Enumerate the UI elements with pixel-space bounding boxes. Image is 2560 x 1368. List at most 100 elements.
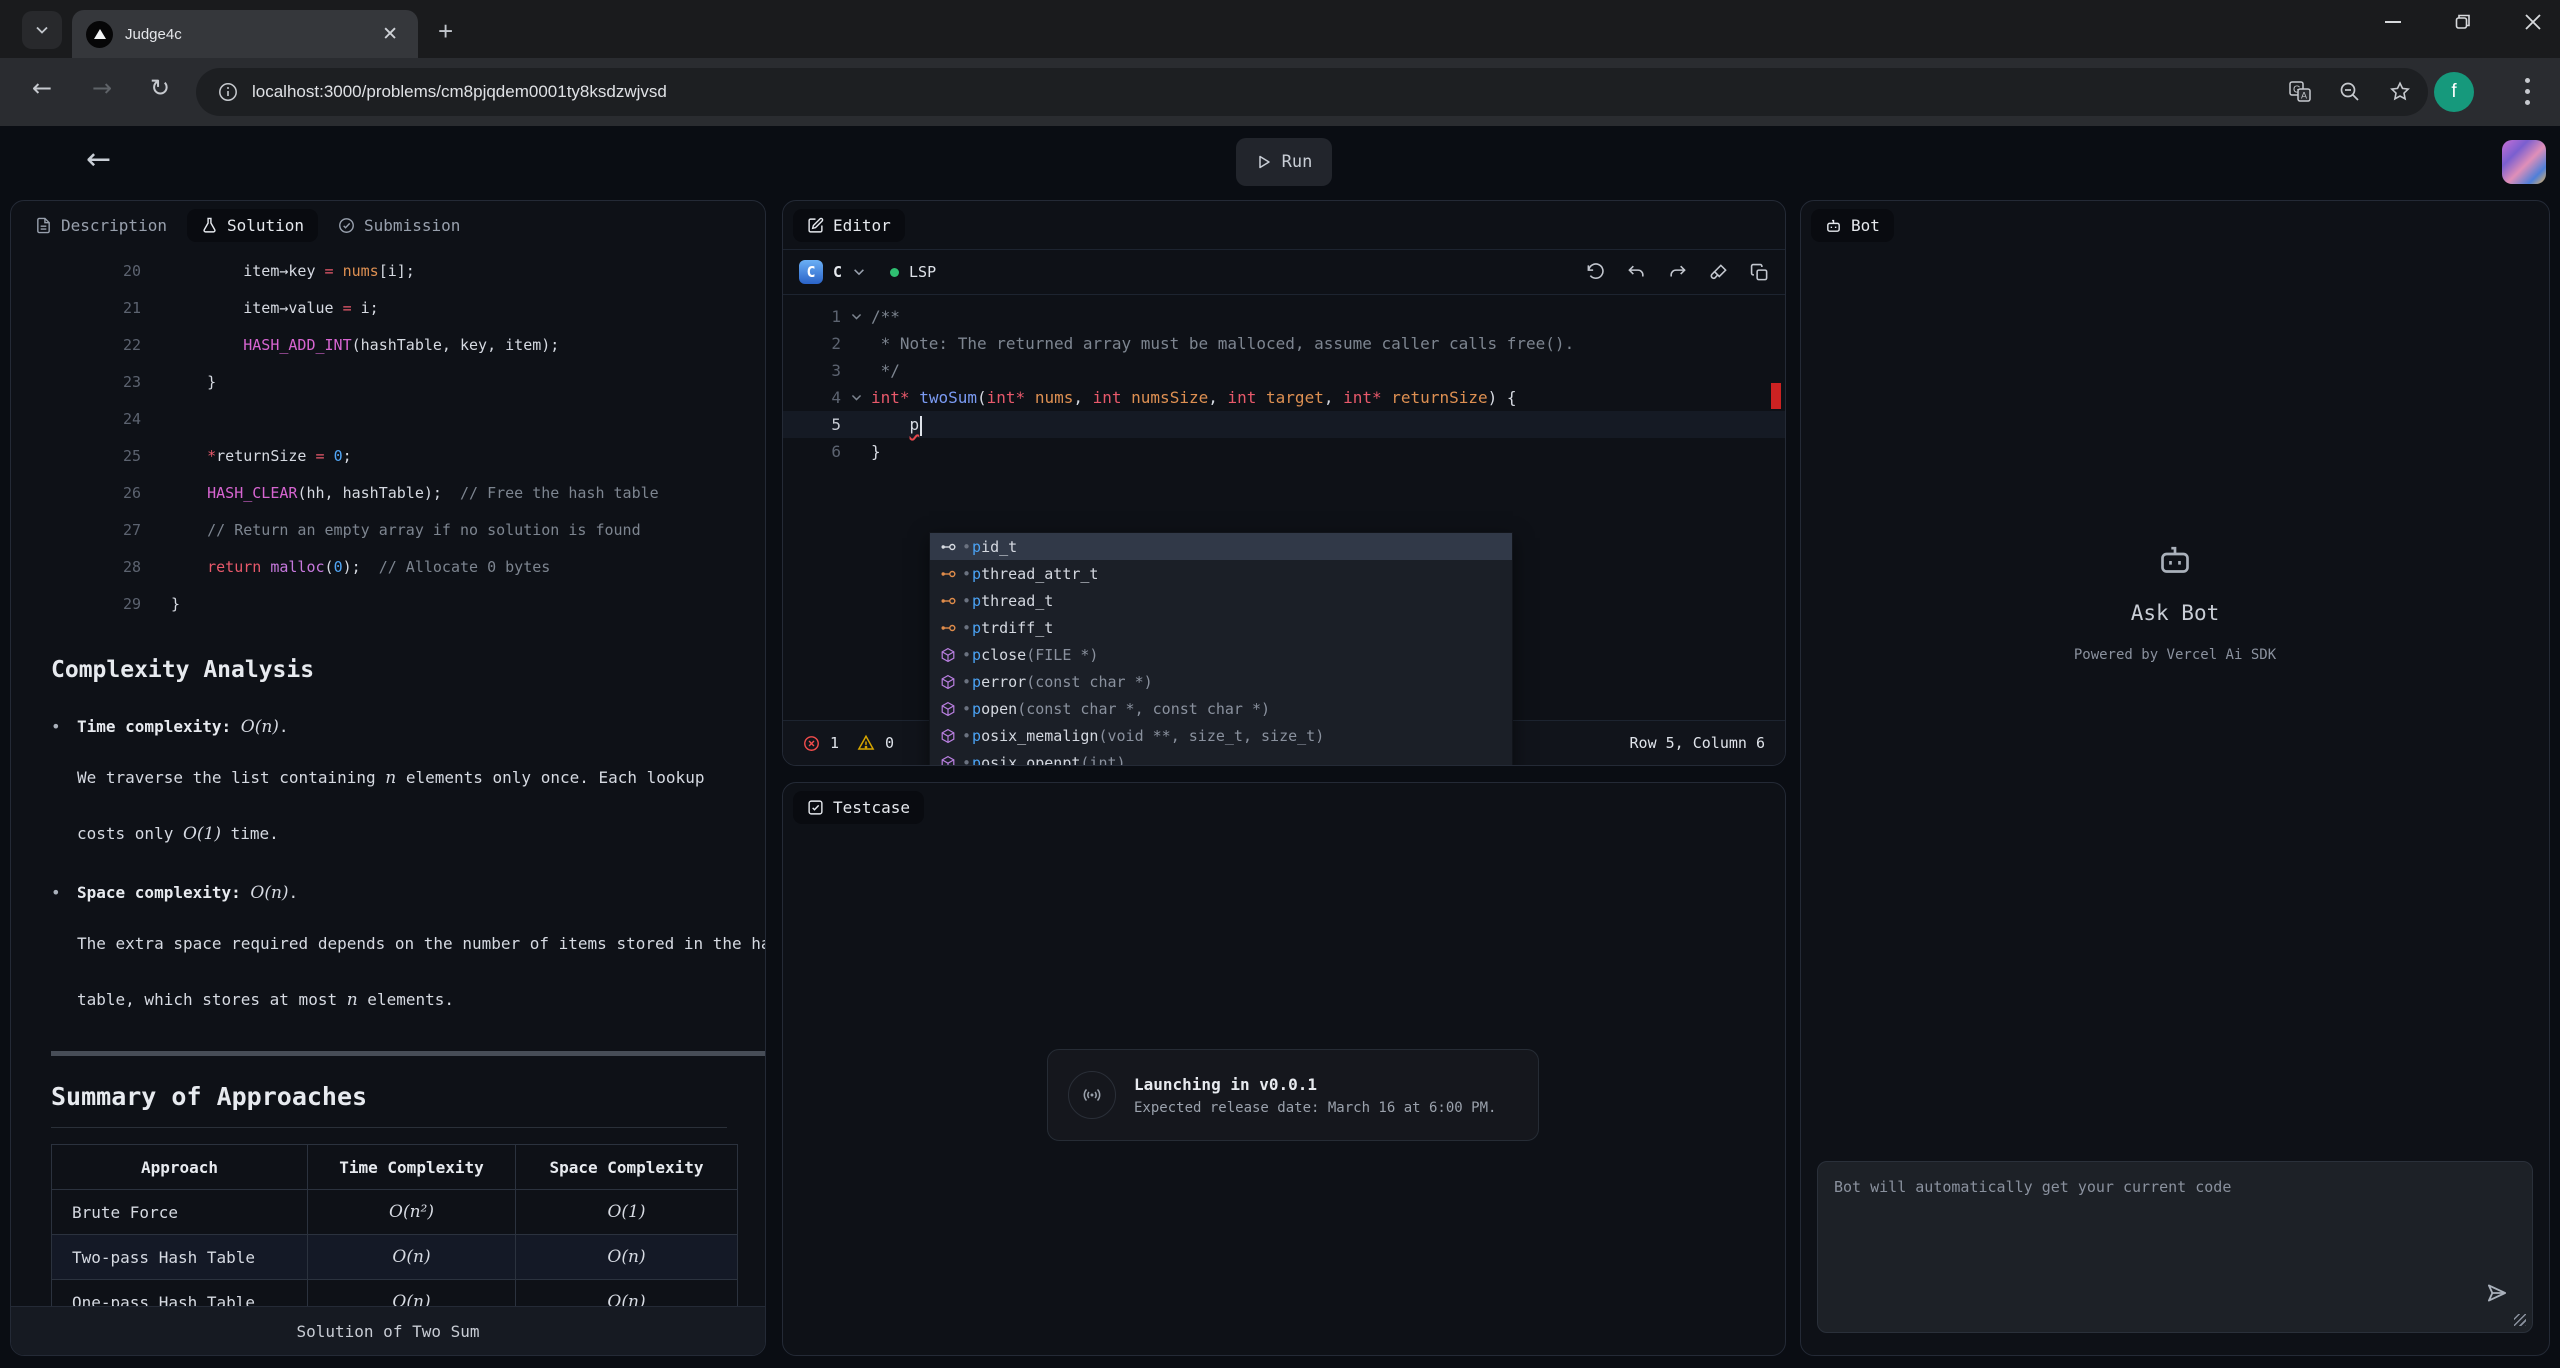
typedef-icon	[938, 593, 958, 609]
tab-editor[interactable]: Editor	[793, 209, 905, 242]
browser-menu-icon[interactable]	[2525, 78, 2530, 105]
translate-icon[interactable]: GA	[2288, 80, 2312, 104]
reset-icon[interactable]	[1586, 263, 1605, 282]
completion-item[interactable]: •popen(const char *, const char *)	[930, 695, 1512, 722]
back-icon[interactable]: ←	[32, 74, 52, 102]
bot-empty-state: Ask Bot Powered by Vercel Ai SDK	[1801, 539, 2549, 663]
circle-check-icon	[338, 217, 355, 234]
tab-submission[interactable]: Submission	[324, 209, 474, 242]
undo-icon[interactable]	[1627, 263, 1646, 282]
code-editor[interactable]: 1/**2 * Note: The returned array must be…	[783, 295, 1785, 720]
browser-profile-avatar[interactable]: f	[2434, 72, 2474, 112]
bot-message-input[interactable]: Bot will automatically get your current …	[1817, 1161, 2533, 1333]
code-line: 20 item→key = nums[i];	[11, 253, 765, 290]
minimize-icon[interactable]	[2384, 6, 2402, 38]
chevron-down-icon	[34, 22, 50, 38]
window-controls	[2384, 6, 2542, 38]
editor-line[interactable]: 6}	[783, 438, 1785, 465]
completion-item[interactable]: •pid_t	[930, 533, 1512, 560]
judge4c-favicon-icon	[86, 21, 113, 48]
autocomplete-popup: •pid_t•pthread_attr_t•pthread_t•ptrdiff_…	[929, 532, 1513, 766]
fold-chevron-icon[interactable]	[841, 303, 871, 330]
app-back-button[interactable]: ←	[86, 142, 111, 177]
error-ruler-marker	[1771, 383, 1781, 409]
zoom-out-icon[interactable]	[2338, 80, 2362, 104]
browser-tab[interactable]: Judge4c ✕	[72, 10, 418, 58]
table-row: One-pass Hash TableO(n)O(n)	[52, 1280, 738, 1307]
tab-testcase[interactable]: Testcase	[793, 791, 924, 824]
bot-icon	[1825, 217, 1842, 234]
solution-footer: Solution of Two Sum	[11, 1306, 765, 1355]
complexity-item: •Time complexity: O(n).	[51, 717, 765, 737]
site-info-icon[interactable]	[218, 82, 238, 102]
copy-icon[interactable]	[1750, 263, 1769, 282]
chevron-down-icon[interactable]	[852, 265, 866, 279]
file-text-icon	[35, 217, 52, 234]
url-text[interactable]: localhost:3000/problems/cm8pjqdem0001ty8…	[252, 82, 2262, 102]
completion-item[interactable]: •ptrdiff_t	[930, 614, 1512, 641]
fold-chevron-icon[interactable]	[841, 384, 871, 411]
editor-line[interactable]: 5 p	[783, 411, 1785, 438]
divider	[51, 1051, 765, 1056]
launch-toast: Launching in v0.0.1 Expected release dat…	[1047, 1049, 1539, 1141]
send-icon[interactable]	[2484, 1280, 2510, 1306]
typedef-icon	[938, 539, 958, 555]
toast-subtitle: Expected release date: March 16 at 6:00 …	[1134, 1100, 1496, 1116]
forward-icon[interactable]: →	[92, 74, 112, 102]
broadcast-icon	[1068, 1071, 1116, 1119]
bookmark-star-icon[interactable]	[2388, 80, 2412, 104]
code-line: 29}	[11, 586, 765, 623]
new-tab-button[interactable]: +	[438, 16, 453, 47]
function-icon	[938, 755, 958, 767]
typedef-icon	[938, 620, 958, 636]
completion-item[interactable]: •posix_openpt(int)	[930, 749, 1512, 766]
tab-description[interactable]: Description	[21, 209, 181, 242]
function-icon	[938, 674, 958, 690]
cursor-position: Row 5, Column 6	[1630, 734, 1765, 752]
editor-line[interactable]: 3 */	[783, 357, 1785, 384]
close-icon[interactable]	[2524, 6, 2542, 38]
resize-handle-icon[interactable]	[2514, 1314, 2526, 1326]
editor-line[interactable]: 1/**	[783, 303, 1785, 330]
error-count: 1	[830, 734, 839, 752]
text-cursor	[920, 416, 922, 436]
browser-tabstrip: Judge4c ✕ +	[0, 0, 2560, 58]
completion-item[interactable]: •pthread_t	[930, 587, 1512, 614]
completion-item[interactable]: •perror(const char *)	[930, 668, 1512, 695]
tab-close-icon[interactable]: ✕	[376, 21, 404, 48]
complexity-description: costs only O(1) time.	[77, 819, 765, 849]
problem-panel: Description Solution Submission 20 item→…	[10, 200, 766, 1356]
user-avatar[interactable]	[2502, 140, 2546, 184]
restore-icon[interactable]	[2454, 6, 2472, 38]
run-button[interactable]: Run	[1236, 138, 1332, 186]
complexity-item: •Space complexity: O(n).	[51, 883, 765, 903]
tab-bot[interactable]: Bot	[1811, 209, 1894, 242]
editor-line[interactable]: 2 * Note: The returned array must be mal…	[783, 330, 1785, 357]
complexity-description: We traverse the list containing n elemen…	[77, 763, 765, 793]
warning-icon	[857, 734, 875, 752]
url-bar[interactable]: localhost:3000/problems/cm8pjqdem0001ty8…	[196, 68, 2428, 116]
toast-title: Launching in v0.0.1	[1134, 1075, 1496, 1094]
language-label: C	[833, 263, 842, 281]
play-icon	[1256, 154, 1272, 170]
solution-content[interactable]: 20 item→key = nums[i];21 item→value = i;…	[11, 249, 765, 1306]
code-line: 27 // Return an empty array if no soluti…	[11, 512, 765, 549]
format-brush-icon[interactable]	[1709, 263, 1728, 282]
ask-bot-title: Ask Bot	[2131, 601, 2220, 625]
tab-search-button[interactable]	[22, 11, 62, 49]
tab-solution[interactable]: Solution	[187, 209, 318, 242]
completion-item[interactable]: •posix_memalign(void **, size_t, size_t)	[930, 722, 1512, 749]
complexity-description: The extra space required depends on the …	[77, 929, 765, 959]
completion-item[interactable]: •pthread_attr_t	[930, 560, 1512, 587]
redo-icon[interactable]	[1668, 263, 1687, 282]
editor-line[interactable]: 4int* twoSum(int* nums, int numsSize, in…	[783, 384, 1785, 411]
code-line: 24	[11, 401, 765, 438]
c-language-icon: C	[799, 260, 823, 284]
reload-icon[interactable]: ↻	[150, 74, 170, 102]
bot-input-placeholder: Bot will automatically get your current …	[1834, 1178, 2516, 1196]
testcase-panel: Testcase Launching in v0.0.1 Expected re…	[782, 782, 1786, 1356]
approaches-table: ApproachTime ComplexitySpace ComplexityB…	[51, 1144, 738, 1306]
completion-item[interactable]: •pclose(FILE *)	[930, 641, 1512, 668]
powered-by-label: Powered by Vercel Ai SDK	[2074, 647, 2276, 663]
problem-panel-tabs: Description Solution Submission	[11, 201, 765, 249]
